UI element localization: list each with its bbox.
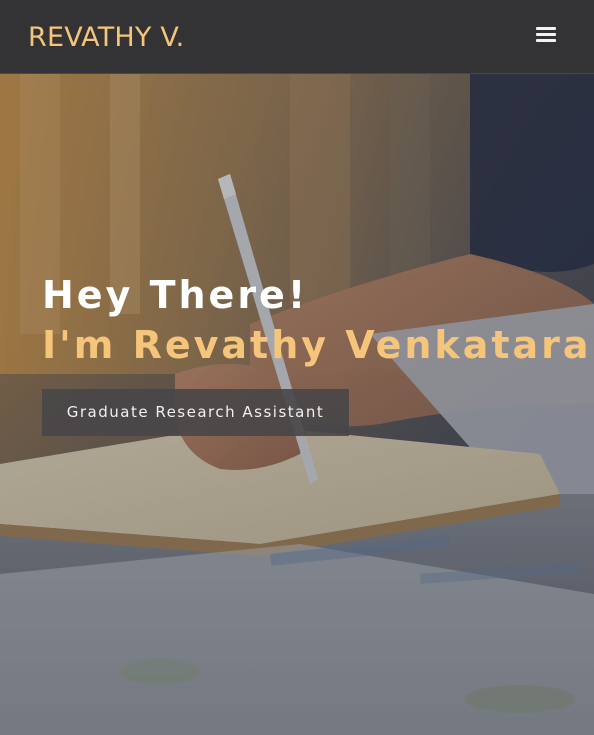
menu-bar-bottom: [536, 39, 556, 42]
hero-name-line: I'm Revathy Venkataram: [42, 323, 594, 367]
hero-section: Hey There! I'm Revathy Venkataram Gradua…: [0, 74, 594, 735]
role-button[interactable]: Graduate Research Assistant: [42, 389, 349, 436]
page: REVATHY V. Hey There! I'm Revathy Venkat…: [0, 0, 594, 735]
hamburger-menu-icon[interactable]: [536, 27, 556, 45]
menu-bar-middle: [536, 33, 556, 36]
brand-logo-text[interactable]: REVATHY V.: [28, 20, 184, 56]
hero-greeting: Hey There!: [42, 273, 309, 317]
navbar: REVATHY V.: [0, 0, 594, 74]
menu-bar-top: [536, 27, 556, 30]
